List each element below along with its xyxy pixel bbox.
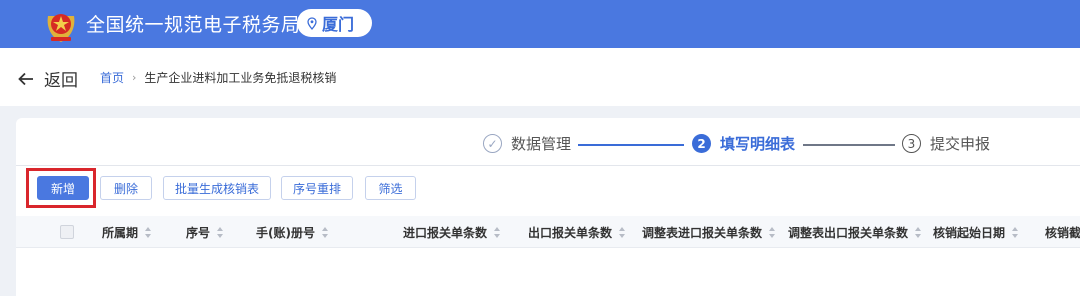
back-label: 返回 xyxy=(44,71,78,91)
column-header[interactable]: 调整表进口报关单条数 xyxy=(642,216,776,248)
filter-button[interactable]: 筛选 xyxy=(365,176,416,200)
sort-icon[interactable] xyxy=(769,226,776,238)
step-number-icon: 2 xyxy=(692,134,711,153)
step-number-icon: 3 xyxy=(902,134,921,153)
arrow-left-icon xyxy=(18,72,33,85)
sort-icon[interactable] xyxy=(1012,226,1019,238)
column-label: 核销起始日期 xyxy=(933,225,1006,240)
batch-generate-button[interactable]: 批量生成核销表 xyxy=(163,176,271,200)
back-button[interactable]: 返回 xyxy=(18,66,78,91)
step-data-management[interactable]: ✓ 数据管理 xyxy=(483,133,571,154)
step-label: 数据管理 xyxy=(511,135,572,153)
breadcrumb: 首页 › 生产企业进料加工业务免抵退税核销 xyxy=(100,69,336,86)
table-toolbar: 新增 删除 批量生成核销表 序号重排 筛选 xyxy=(0,176,1080,202)
column-label: 调整表出口报关单条数 xyxy=(788,225,909,240)
column-header[interactable]: 序号 xyxy=(186,216,224,248)
column-header[interactable]: 手(账)册号 xyxy=(256,216,328,248)
sort-icon[interactable] xyxy=(494,226,501,238)
check-circle-icon: ✓ xyxy=(483,134,502,153)
column-header[interactable]: 进口报关单条数 xyxy=(403,216,501,248)
column-header[interactable]: 所属期 xyxy=(102,216,152,248)
sort-icon[interactable] xyxy=(145,226,152,238)
step-label: 提交申报 xyxy=(930,135,991,153)
select-all-checkbox[interactable] xyxy=(60,225,74,239)
column-label: 进口报关单条数 xyxy=(403,225,488,240)
tax-emblem-logo xyxy=(47,14,75,42)
city-label: 厦门 xyxy=(322,15,355,34)
column-label: 调整表进口报关单条数 xyxy=(642,225,763,240)
sort-icon[interactable] xyxy=(915,226,922,238)
column-label: 核销截 xyxy=(1045,225,1080,240)
city-selector[interactable]: 厦门 xyxy=(297,9,372,37)
column-header[interactable]: 核销截 xyxy=(1045,216,1080,248)
reorder-button[interactable]: 序号重排 xyxy=(281,176,353,200)
table-header: 所属期 序号 手(账)册号 进口报关单条数 出口报关单条数 调整表进口报关单条数… xyxy=(16,216,1080,248)
column-label: 序号 xyxy=(186,225,211,240)
sort-icon[interactable] xyxy=(619,226,626,238)
breadcrumb-current: 生产企业进料加工业务免抵退税核销 xyxy=(144,71,337,85)
step-connector xyxy=(578,144,684,146)
sort-icon[interactable] xyxy=(321,226,328,238)
column-label: 出口报关单条数 xyxy=(528,225,613,240)
chevron-right-icon: › xyxy=(132,71,137,84)
breadcrumb-home-link[interactable]: 首页 xyxy=(100,69,124,86)
top-header-bar: 全国统一规范电子税务局 厦门 xyxy=(0,0,1080,48)
step-connector xyxy=(803,144,895,146)
step-indicator: ✓ 数据管理 2 填写明细表 3 提交申报 xyxy=(0,133,1080,157)
divider xyxy=(16,165,1080,166)
column-header[interactable]: 出口报关单条数 xyxy=(528,216,626,248)
sort-icon[interactable] xyxy=(217,226,224,238)
column-header[interactable]: 调整表出口报关单条数 xyxy=(788,216,922,248)
column-label: 手(账)册号 xyxy=(256,225,315,240)
location-pin-icon xyxy=(307,16,317,30)
delete-button[interactable]: 删除 xyxy=(100,176,152,200)
site-title: 全国统一规范电子税务局 xyxy=(86,14,301,36)
step-fill-details[interactable]: 2 填写明细表 xyxy=(692,133,795,154)
column-label: 所属期 xyxy=(102,225,139,240)
highlight-annotation-box xyxy=(26,168,96,208)
step-submit[interactable]: 3 提交申报 xyxy=(902,133,990,154)
column-header[interactable]: 核销起始日期 xyxy=(933,216,1019,248)
step-label: 填写明细表 xyxy=(720,135,796,153)
